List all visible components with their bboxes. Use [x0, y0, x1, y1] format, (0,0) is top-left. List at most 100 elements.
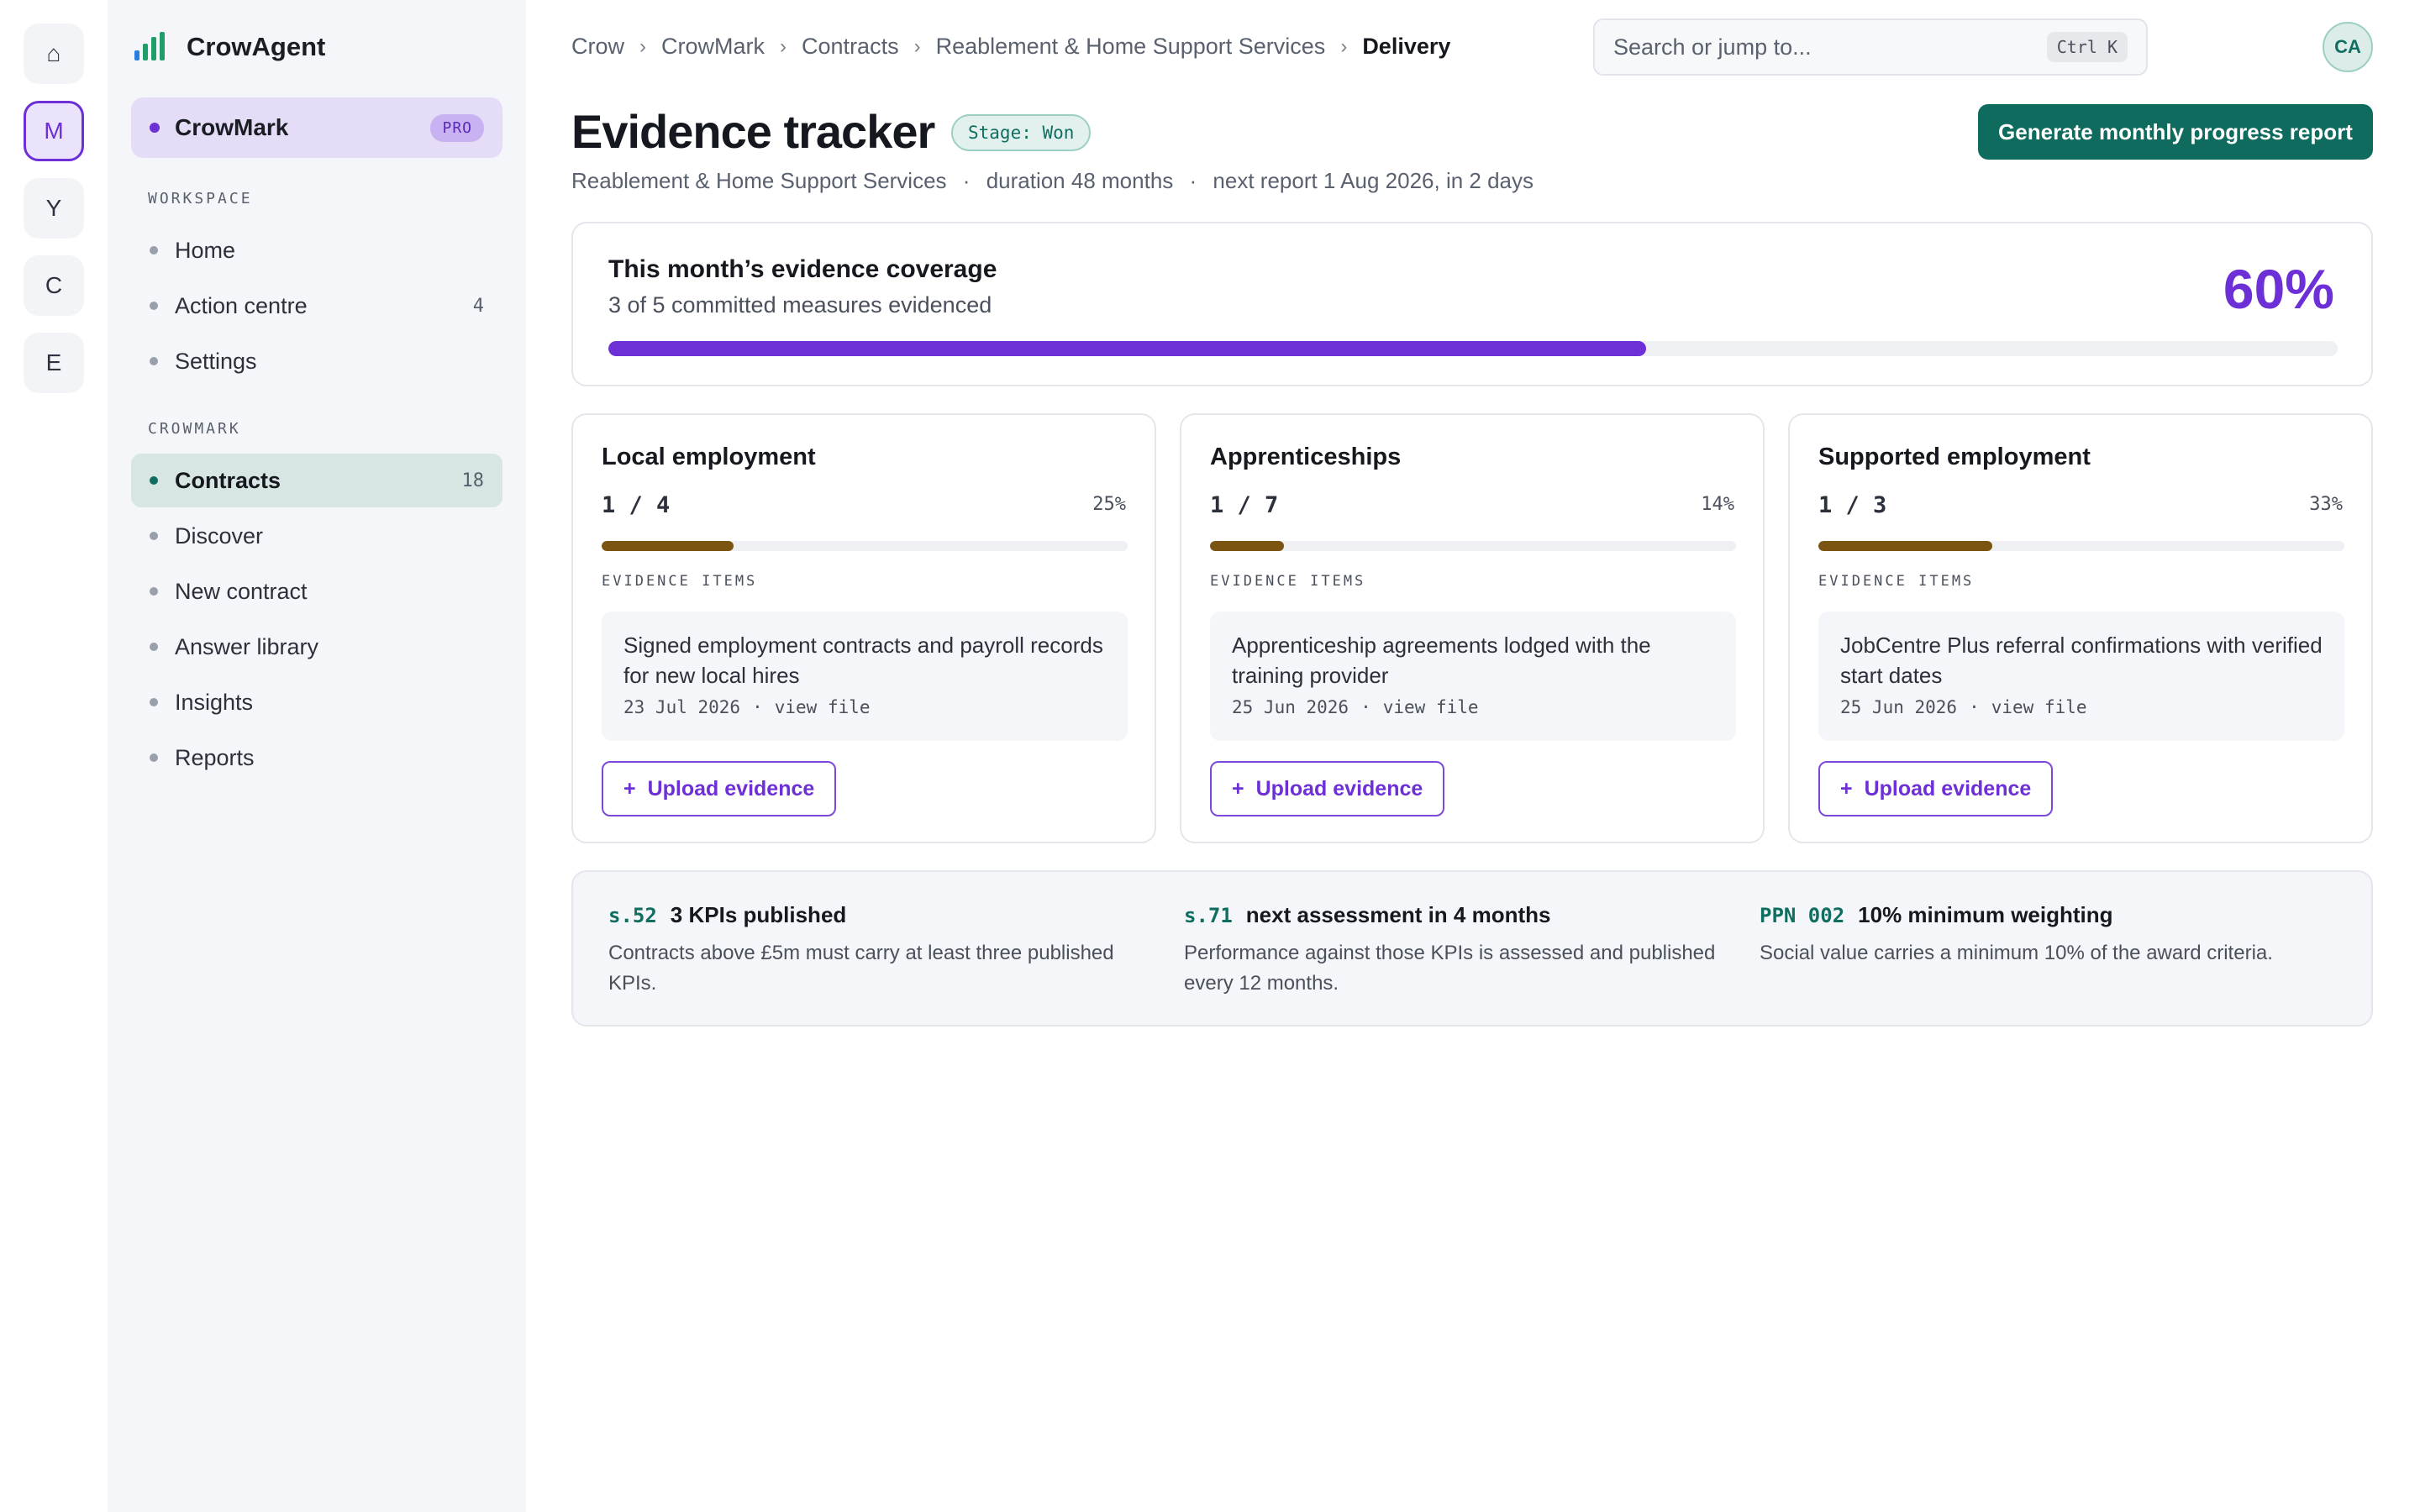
evidence-description: Signed employment contracts and payroll …: [623, 633, 1103, 688]
sidebar-item-discover[interactable]: Discover: [131, 509, 502, 563]
evidence-description: Apprenticeship agreements lodged with th…: [1232, 633, 1651, 688]
bullet-icon: [150, 587, 158, 596]
main-content: Crow › CrowMark › Contracts › Reablement…: [526, 0, 2420, 1512]
measure-progress-bar: [1210, 541, 1736, 551]
coverage-percent: 60%: [2223, 258, 2334, 320]
policy-description: Social value carries a minimum 10% of th…: [1760, 942, 2273, 964]
sidebar-item-label: Home: [175, 237, 236, 263]
sidebar-item-contracts[interactable]: Contracts 18: [131, 454, 502, 507]
policy-code: s.52: [608, 904, 657, 927]
contract-duration: duration 48 months: [986, 168, 1174, 193]
policy-code: s.71: [1184, 904, 1233, 927]
evidence-meta: 23 Jul 2026 · view file: [623, 697, 1106, 717]
evidence-date: 25 Jun 2026: [1232, 697, 1349, 717]
coverage-subtitle: 3 of 5 committed measures evidenced: [608, 292, 992, 318]
contract-name: Reablement & Home Support Services: [571, 168, 947, 193]
breadcrumb-separator: ›: [1340, 34, 1348, 58]
evidence-meta: 25 Jun 2026 · view file: [1232, 697, 1714, 717]
breadcrumb-item[interactable]: Crow: [571, 34, 624, 60]
upload-evidence-button[interactable]: + Upload evidence: [602, 761, 837, 816]
policy-item: PPN 002 10% minimum weighting Social val…: [1760, 902, 2297, 969]
stage-badge: Stage: Won: [951, 114, 1092, 151]
measure-percent: 25%: [1092, 494, 1126, 515]
sidebar-item-count: 4: [472, 295, 484, 317]
brand[interactable]: CrowAgent: [134, 32, 325, 62]
avatar[interactable]: CA: [2323, 22, 2373, 72]
rail-workspace-e[interactable]: E: [24, 333, 84, 393]
view-file-link[interactable]: view file: [1991, 697, 2087, 717]
breadcrumb-item[interactable]: Contracts: [802, 34, 899, 60]
measure-ratio: 1 / 3: [1818, 492, 1887, 518]
generate-report-button[interactable]: Generate monthly progress report: [1978, 104, 2373, 160]
bullet-icon: [150, 643, 158, 651]
breadcrumb-current: Delivery: [1362, 34, 1451, 59]
policy-description: Contracts above £5m must carry at least …: [608, 942, 1114, 995]
evidence-items-label: EVIDENCE ITEMS: [602, 573, 758, 590]
measure-ratio: 1 / 7: [1210, 492, 1279, 518]
upload-evidence-button[interactable]: + Upload evidence: [1818, 761, 2054, 816]
sidebar-item-label: Reports: [175, 744, 255, 770]
rail-workspace-m[interactable]: M: [24, 101, 84, 161]
page-meta: Reablement & Home Support Services · dur…: [571, 168, 1534, 194]
evidence-date: 23 Jul 2026: [623, 697, 741, 717]
brand-name: CrowAgent: [187, 32, 326, 61]
search-placeholder: Search or jump to...: [1613, 34, 1812, 60]
home-rail-button[interactable]: ⌂: [24, 24, 84, 84]
policy-title: 3 KPIs published: [670, 902, 847, 927]
measure-progress-bar: [602, 541, 1128, 551]
meta-separator: ·: [1969, 697, 1980, 717]
sidebar-item-answer-library[interactable]: Answer library: [131, 620, 502, 674]
policy-heading: s.71 next assessment in 4 months: [1184, 902, 1722, 928]
coverage-progress-bar: [608, 341, 2338, 356]
measure-progress-fill: [1818, 541, 1992, 551]
policy-strip: s.52 3 KPIs published Contracts above £5…: [571, 870, 2373, 1026]
rail-workspace-m-label: M: [44, 118, 64, 144]
policy-description: Performance against those KPIs is assess…: [1184, 942, 1716, 995]
search-input[interactable]: Search or jump to... Ctrl K: [1593, 18, 2148, 76]
coverage-card: This month’s evidence coverage 3 of 5 co…: [571, 222, 2373, 386]
sidebar-item-reports[interactable]: Reports: [131, 731, 502, 785]
measure-percent: 33%: [2309, 494, 2343, 515]
policy-heading: PPN 002 10% minimum weighting: [1760, 902, 2297, 928]
sidebar-item-new-contract[interactable]: New contract: [131, 564, 502, 618]
evidence-item: Apprenticeship agreements lodged with th…: [1210, 612, 1736, 741]
breadcrumb-separator: ›: [639, 34, 647, 58]
sidebar-item-settings[interactable]: Settings: [131, 334, 502, 388]
bullet-icon: [150, 753, 158, 762]
rail-workspace-e-label: E: [45, 349, 62, 375]
plus-icon: +: [623, 776, 636, 801]
org-name: CrowMark: [175, 114, 289, 140]
measure-progress-fill: [1210, 541, 1284, 551]
coverage-title: This month’s evidence coverage: [608, 255, 997, 283]
section-label-workspace: WORKSPACE: [148, 190, 253, 207]
view-file-link[interactable]: view file: [1383, 697, 1479, 717]
org-switcher[interactable]: CrowMark PRO: [131, 97, 502, 158]
bullet-icon: [150, 698, 158, 706]
bullet-icon: [150, 246, 158, 255]
breadcrumb-item[interactable]: CrowMark: [661, 34, 765, 60]
policy-item: s.52 3 KPIs published Contracts above £5…: [608, 902, 1146, 999]
upload-evidence-button[interactable]: + Upload evidence: [1210, 761, 1445, 816]
sidebar: CrowAgent CrowMark PRO WORKSPACE Home Ac…: [108, 0, 526, 1512]
sidebar-item-insights[interactable]: Insights: [131, 675, 502, 729]
sidebar-item-label: New contract: [175, 578, 308, 604]
measure-progress-fill: [602, 541, 734, 551]
sidebar-item-label: Discover: [175, 522, 264, 549]
sidebar-item-action-centre[interactable]: Action centre 4: [131, 279, 502, 333]
breadcrumb-item[interactable]: Reablement & Home Support Services: [936, 34, 1326, 60]
brand-logo-icon: [134, 32, 168, 62]
measure-title: Local employment: [602, 444, 816, 470]
sidebar-item-home[interactable]: Home: [131, 223, 502, 277]
policy-code: PPN 002: [1760, 904, 1845, 927]
bullet-icon: [150, 476, 158, 485]
measure-ratio: 1 / 4: [602, 492, 671, 518]
plus-icon: +: [1232, 776, 1244, 801]
rail-workspace-c[interactable]: C: [24, 255, 84, 316]
meta-separator: ·: [1360, 697, 1371, 717]
sidebar-item-label: Contracts: [175, 467, 281, 493]
breadcrumb-separator: ›: [913, 34, 921, 58]
view-file-link[interactable]: view file: [775, 697, 871, 717]
coverage-progress-fill: [608, 341, 1646, 356]
evidence-items-label: EVIDENCE ITEMS: [1210, 573, 1366, 590]
rail-workspace-y[interactable]: Y: [24, 178, 84, 239]
